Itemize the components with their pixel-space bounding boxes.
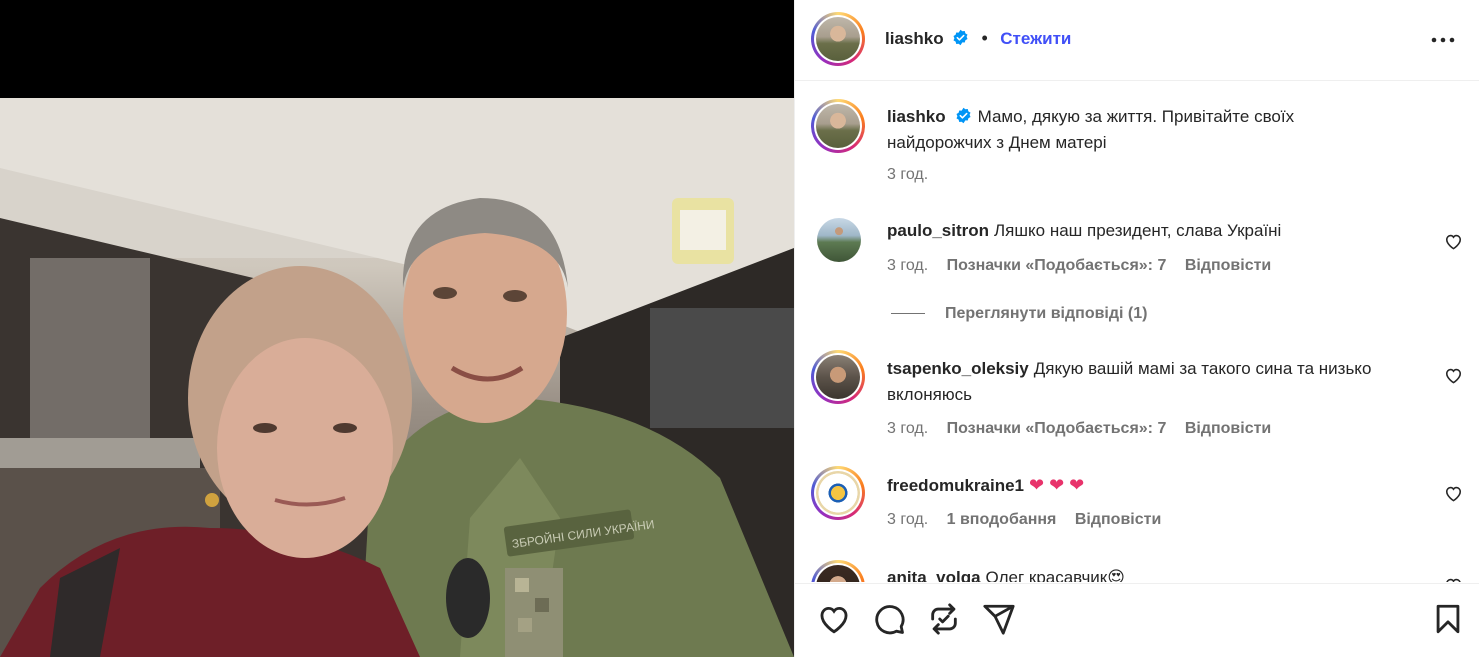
commenter-avatar[interactable] — [811, 466, 865, 520]
comment-username[interactable]: anita_volga — [887, 568, 981, 582]
comment-body: freedomukraine1 ❤ ❤ ❤ — [887, 472, 1427, 499]
follow-button[interactable]: Стежити — [1000, 29, 1071, 48]
reply-button[interactable]: Відповісти — [1075, 511, 1161, 528]
comment-username[interactable]: freedomukraine1 — [887, 476, 1024, 495]
reply-button[interactable]: Відповісти — [1185, 420, 1271, 437]
post-header: liashko • Стежити — [795, 0, 1479, 81]
replies-divider-line — [891, 313, 925, 315]
comment-icon[interactable] — [872, 602, 906, 636]
comment-time[interactable]: 3 год. — [887, 257, 928, 274]
heart-icon[interactable] — [817, 602, 851, 636]
commenter-avatar[interactable] — [817, 218, 861, 262]
separator-dot: • — [981, 28, 988, 48]
verified-badge-icon — [953, 29, 968, 46]
post-photo[interactable]: ЗБРОЙНІ СИЛИ УКРАЇНИ — [0, 98, 794, 657]
comment-username[interactable]: paulo_sitron — [887, 221, 989, 240]
selfie-illustration: ЗБРОЙНІ СИЛИ УКРАЇНИ — [0, 98, 794, 657]
post-actions-bar — [795, 583, 1479, 657]
comment-time[interactable]: 3 год. — [887, 420, 928, 437]
comment-like-heart-icon[interactable] — [1444, 576, 1463, 582]
comment-item: tsapenko_oleksiy Дякую вашій мамі за тако… — [795, 346, 1479, 456]
comment-text: Олег красавчик😍 — [985, 568, 1125, 582]
comment-likes[interactable]: Позначки «Подобається»: 7 — [947, 420, 1167, 437]
header-author-line: liashko • Стежити — [885, 28, 1071, 49]
comment-likes[interactable]: Позначки «Подобається»: 7 — [947, 257, 1167, 274]
view-replies-button[interactable]: Переглянути відповіді (1) — [891, 305, 1147, 323]
comments-list[interactable]: liashko Мамо, дякую за життя. Привітайте … — [795, 82, 1479, 582]
comment-meta: 3 год. Позначки «Подобається»: 7 Відпові… — [887, 420, 1285, 438]
repost-icon[interactable] — [927, 602, 961, 636]
comment-body: anita_volga Олег красавчик😍 — [887, 565, 1427, 582]
comment-like-heart-icon[interactable] — [1444, 232, 1463, 251]
commenter-avatar[interactable] — [811, 560, 865, 582]
comment-body: paulo_sitron Ляшко наш президент, слава У… — [887, 218, 1427, 244]
more-options-icon[interactable] — [1428, 28, 1458, 52]
author-avatar[interactable] — [811, 12, 865, 66]
comment-text: ❤ ❤ ❤ — [1029, 475, 1085, 495]
reply-button[interactable]: Відповісти — [1185, 257, 1271, 274]
post-media[interactable]: ЗБРОЙНІ СИЛИ УКРАЇНИ — [0, 0, 794, 657]
post-side-panel: liashko • Стежити liashko Мамо, дякую за … — [794, 0, 1479, 657]
caption-text: Мамо, дякую за життя. Привітайте своїх н… — [887, 107, 1295, 152]
caption-author-username[interactable]: liashko — [887, 107, 946, 126]
bookmark-icon[interactable] — [1431, 602, 1465, 636]
caption-time[interactable]: 3 год. — [887, 166, 928, 183]
comment-username[interactable]: tsapenko_oleksiy — [887, 359, 1029, 378]
comment-meta: 3 год. 1 вподобання Відповісти — [887, 511, 1175, 529]
caption-meta: 3 год. — [887, 166, 942, 184]
post-caption: liashko Мамо, дякую за життя. Привітайте … — [795, 82, 1479, 192]
comment-body: tsapenko_oleksiy Дякую вашій мамі за тако… — [887, 356, 1427, 408]
commenter-avatar[interactable] — [811, 350, 865, 404]
comment-item: anita_volga Олег красавчик😍 — [795, 556, 1479, 582]
send-icon[interactable] — [982, 602, 1016, 636]
view-replies-label: Переглянути відповіді (1) — [945, 305, 1148, 322]
comment-item: paulo_sitron Ляшко наш президент, слава У… — [795, 210, 1479, 360]
comment-like-heart-icon[interactable] — [1444, 366, 1463, 385]
comment-likes[interactable]: 1 вподобання — [947, 511, 1057, 528]
comment-time[interactable]: 3 год. — [887, 511, 928, 528]
comment-meta: 3 год. Позначки «Подобається»: 7 Відпові… — [887, 257, 1285, 275]
author-username[interactable]: liashko — [885, 29, 944, 48]
comment-like-heart-icon[interactable] — [1444, 484, 1463, 503]
caption-text-block: liashko Мамо, дякую за життя. Привітайте … — [887, 104, 1357, 156]
comment-text: Ляшко наш президент, слава Україні — [994, 221, 1282, 240]
caption-author-avatar[interactable] — [811, 99, 865, 153]
comment-item: freedomukraine1 ❤ ❤ ❤ 3 год. 1 вподобання… — [795, 462, 1479, 552]
verified-badge-icon — [956, 107, 971, 124]
